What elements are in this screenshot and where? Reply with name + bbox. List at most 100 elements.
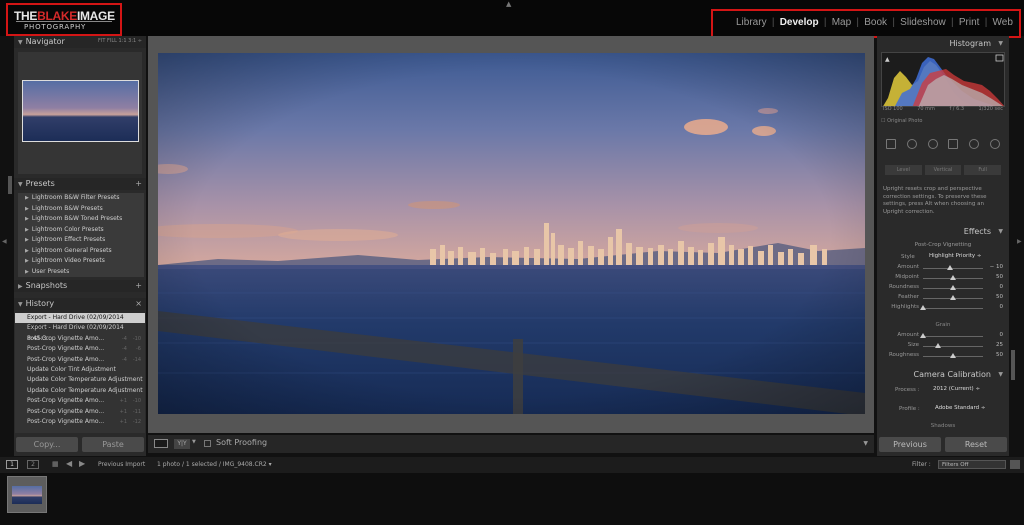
toolbar-options-chevron-icon[interactable]: ▼ xyxy=(863,440,868,447)
logo-divider xyxy=(16,21,112,22)
slider-value[interactable]: 50 xyxy=(996,274,1003,280)
module-map[interactable]: Map xyxy=(832,17,851,28)
history-item[interactable]: Post-Crop Vignette Amo... -4 -6 xyxy=(15,344,145,354)
slider-track[interactable] xyxy=(923,346,983,347)
slider-thumb[interactable] xyxy=(950,295,956,300)
slider-value[interactable]: 0 xyxy=(1000,304,1004,310)
main-photo[interactable] xyxy=(158,53,865,414)
filmstrip-selection-info[interactable]: 1 photo / 1 selected / IMG_9408.CR2 ▾ xyxy=(157,461,272,468)
preset-folder[interactable]: ▶ Lightroom B&W Filter Presets xyxy=(18,193,144,204)
slider-value[interactable]: 50 xyxy=(996,294,1003,300)
preset-folder[interactable]: ▶ Lightroom General Presets xyxy=(18,246,144,257)
history-item[interactable]: Post-Crop Vignette Amo... -4 -10 xyxy=(15,334,145,344)
process-select[interactable]: 2012 (Current) ÷ xyxy=(933,386,980,392)
history-item[interactable]: Update Color Temperature Adjustment xyxy=(15,386,145,396)
collapse-right-arrow-icon[interactable]: ▶ xyxy=(1017,238,1022,245)
slider-value[interactable]: 0 xyxy=(1000,284,1004,290)
collapse-top-arrow-icon[interactable]: ▲ xyxy=(506,0,511,8)
preset-folder[interactable]: ▶ User Presets xyxy=(18,267,144,278)
upright-full-button[interactable]: Full xyxy=(964,165,1002,175)
crop-tool-icon[interactable] xyxy=(886,139,897,149)
graduated-filter-tool-icon[interactable] xyxy=(948,139,959,149)
navigator-zoom-options[interactable]: FIT FILL 1:1 3:1 ÷ xyxy=(98,38,142,44)
histogram-exif-info: ISO 100 70 mm f / 6.3 1/320 sec xyxy=(881,106,1005,112)
right-panel-scrollbar[interactable] xyxy=(1011,350,1015,380)
upright-vertical-button[interactable]: Vertical xyxy=(924,165,962,175)
history-item[interactable]: Post-Crop Vignette Amo... +1 -12 xyxy=(15,417,145,427)
paste-settings-button[interactable]: Paste xyxy=(82,437,144,452)
filmstrip-source[interactable]: Previous Import xyxy=(98,461,145,468)
grid-view-icon[interactable]: ▦ xyxy=(52,460,59,468)
history-item[interactable]: Export - Hard Drive (02/09/2014 8:45:3..… xyxy=(15,323,145,341)
preset-folder[interactable]: ▶ Lightroom B&W Toned Presets xyxy=(18,214,144,225)
effects-header[interactable]: Effects xyxy=(877,226,1009,238)
left-panel-scrollbar[interactable] xyxy=(8,176,12,194)
slider-track[interactable] xyxy=(923,336,983,337)
snapshots-header[interactable]: ▶ Snapshots xyxy=(14,280,146,292)
slider-thumb[interactable] xyxy=(947,265,953,270)
slider-thumb[interactable] xyxy=(950,353,956,358)
loupe-view-icon[interactable] xyxy=(154,439,168,448)
collapse-left-arrow-icon[interactable]: ◀ xyxy=(2,238,7,245)
clear-history-icon[interactable]: × xyxy=(135,299,142,308)
slider-thumb[interactable] xyxy=(920,333,926,338)
chevron-down-icon[interactable]: ▼ xyxy=(192,439,196,445)
original-photo-toggle[interactable]: ☐ Original Photo xyxy=(881,118,923,124)
add-preset-icon[interactable]: + xyxy=(135,179,142,188)
slider-thumb[interactable] xyxy=(950,285,956,290)
filter-lock-toggle[interactable] xyxy=(1010,460,1020,469)
grain-sliders: Amount 0 Size 25 Roughness 50 xyxy=(877,332,1009,362)
before-after-button[interactable]: Y|Y xyxy=(174,439,190,449)
preset-folder[interactable]: ▶ Lightroom Effect Presets xyxy=(18,235,144,246)
module-web[interactable]: Web xyxy=(993,17,1013,28)
camera-calibration-header[interactable]: Camera Calibration xyxy=(877,369,1009,381)
preset-folder[interactable]: ▶ Lightroom Color Presets xyxy=(18,225,144,236)
histogram-header[interactable]: Histogram xyxy=(877,38,1009,50)
slider-track[interactable] xyxy=(923,268,983,269)
primary-window-button[interactable]: 1 xyxy=(6,460,18,469)
adjustment-brush-tool-icon[interactable] xyxy=(989,139,1000,149)
previous-button[interactable]: Previous xyxy=(879,437,941,452)
module-develop[interactable]: Develop xyxy=(780,17,819,28)
svg-text:▲: ▲ xyxy=(885,56,890,63)
history-item[interactable]: Update Color Temperature Adjustment xyxy=(15,375,145,385)
slider-value[interactable]: 50 xyxy=(996,352,1003,358)
slider-thumb[interactable] xyxy=(935,343,941,348)
slider-value[interactable]: − 10 xyxy=(990,264,1003,270)
slider-value[interactable]: 25 xyxy=(996,342,1003,348)
slider-thumb[interactable] xyxy=(920,305,926,310)
history-item[interactable]: Update Color Tint Adjustment xyxy=(15,365,145,375)
slider-thumb[interactable] xyxy=(950,275,956,280)
presets-header[interactable]: ▼ Presets xyxy=(14,178,146,190)
navigator-preview-image[interactable] xyxy=(22,80,139,142)
history-item[interactable]: Post-Crop Vignette Amo... +1 -11 xyxy=(15,407,145,417)
filter-select[interactable]: Filters Off xyxy=(938,460,1006,469)
module-library[interactable]: Library xyxy=(736,17,767,28)
preset-folder[interactable]: ▶ Lightroom Video Presets xyxy=(18,256,144,267)
module-book[interactable]: Book xyxy=(864,17,887,28)
history-header[interactable]: ▼ History xyxy=(14,298,146,310)
forward-arrow-icon[interactable]: ▶ xyxy=(79,459,85,468)
reset-button[interactable]: Reset xyxy=(945,437,1007,452)
module-print[interactable]: Print xyxy=(959,17,980,28)
history-item[interactable]: Export - Hard Drive (02/09/2014 8:46:4..… xyxy=(15,313,145,331)
back-arrow-icon[interactable]: ◀ xyxy=(66,459,72,468)
filmstrip-thumbnail[interactable] xyxy=(7,476,47,513)
slider-track[interactable] xyxy=(923,308,983,309)
module-slideshow[interactable]: Slideshow xyxy=(900,17,946,28)
add-snapshot-icon[interactable]: + xyxy=(135,281,142,290)
history-item[interactable]: Post-Crop Vignette Amo... -4 -14 xyxy=(15,355,145,365)
logo-subtitle: PHOTOGRAPHY xyxy=(24,23,87,31)
history-item[interactable]: Post-Crop Vignette Amo... +1 -10 xyxy=(15,396,145,406)
profile-select[interactable]: Adobe Standard ÷ xyxy=(935,405,986,411)
secondary-window-button[interactable]: 2 xyxy=(27,460,39,469)
upright-level-button[interactable]: Level xyxy=(885,165,922,175)
radial-filter-tool-icon[interactable] xyxy=(968,139,979,149)
preset-folder[interactable]: ▶ Lightroom B&W Presets xyxy=(18,204,144,215)
spot-removal-tool-icon[interactable] xyxy=(906,139,917,149)
copy-settings-button[interactable]: Copy... xyxy=(16,437,78,452)
vignette-style-select[interactable]: Highlight Priority ÷ xyxy=(929,253,982,259)
slider-value[interactable]: 0 xyxy=(1000,332,1004,338)
soft-proofing-checkbox[interactable] xyxy=(204,440,211,447)
red-eye-tool-icon[interactable] xyxy=(927,139,938,149)
